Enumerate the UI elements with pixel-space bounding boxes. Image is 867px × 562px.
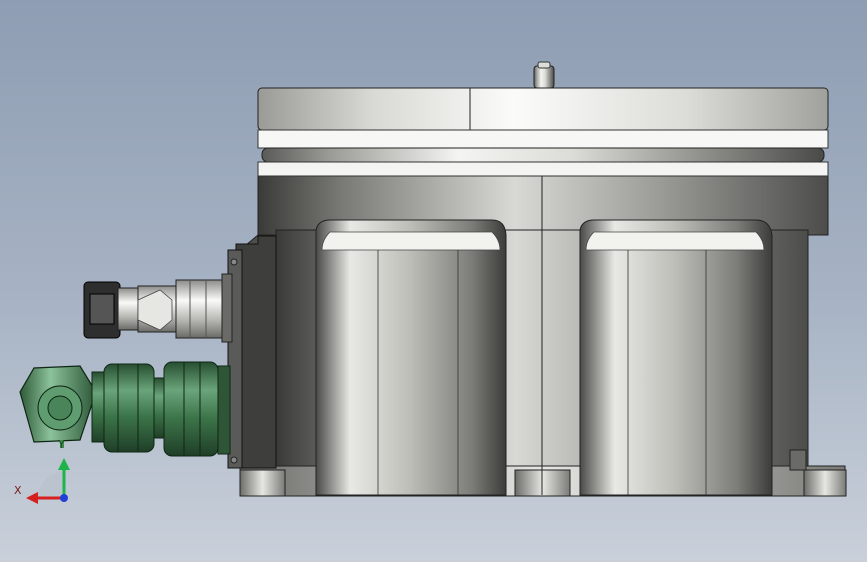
top-cap[interactable] — [257, 87, 829, 177]
top-pin — [533, 61, 555, 89]
cad-viewport[interactable] — [0, 0, 867, 562]
triad-z-axis — [60, 494, 68, 502]
pocket-right — [579, 219, 773, 496]
pocket-left — [315, 219, 507, 496]
upper-fitting[interactable] — [83, 273, 233, 343]
triad-x-label: X — [14, 484, 22, 497]
side-manifold[interactable] — [227, 235, 277, 469]
lower-fitting[interactable] — [19, 361, 231, 457]
coordinate-triad — [26, 458, 70, 504]
triad-y-label: Y — [58, 438, 65, 451]
